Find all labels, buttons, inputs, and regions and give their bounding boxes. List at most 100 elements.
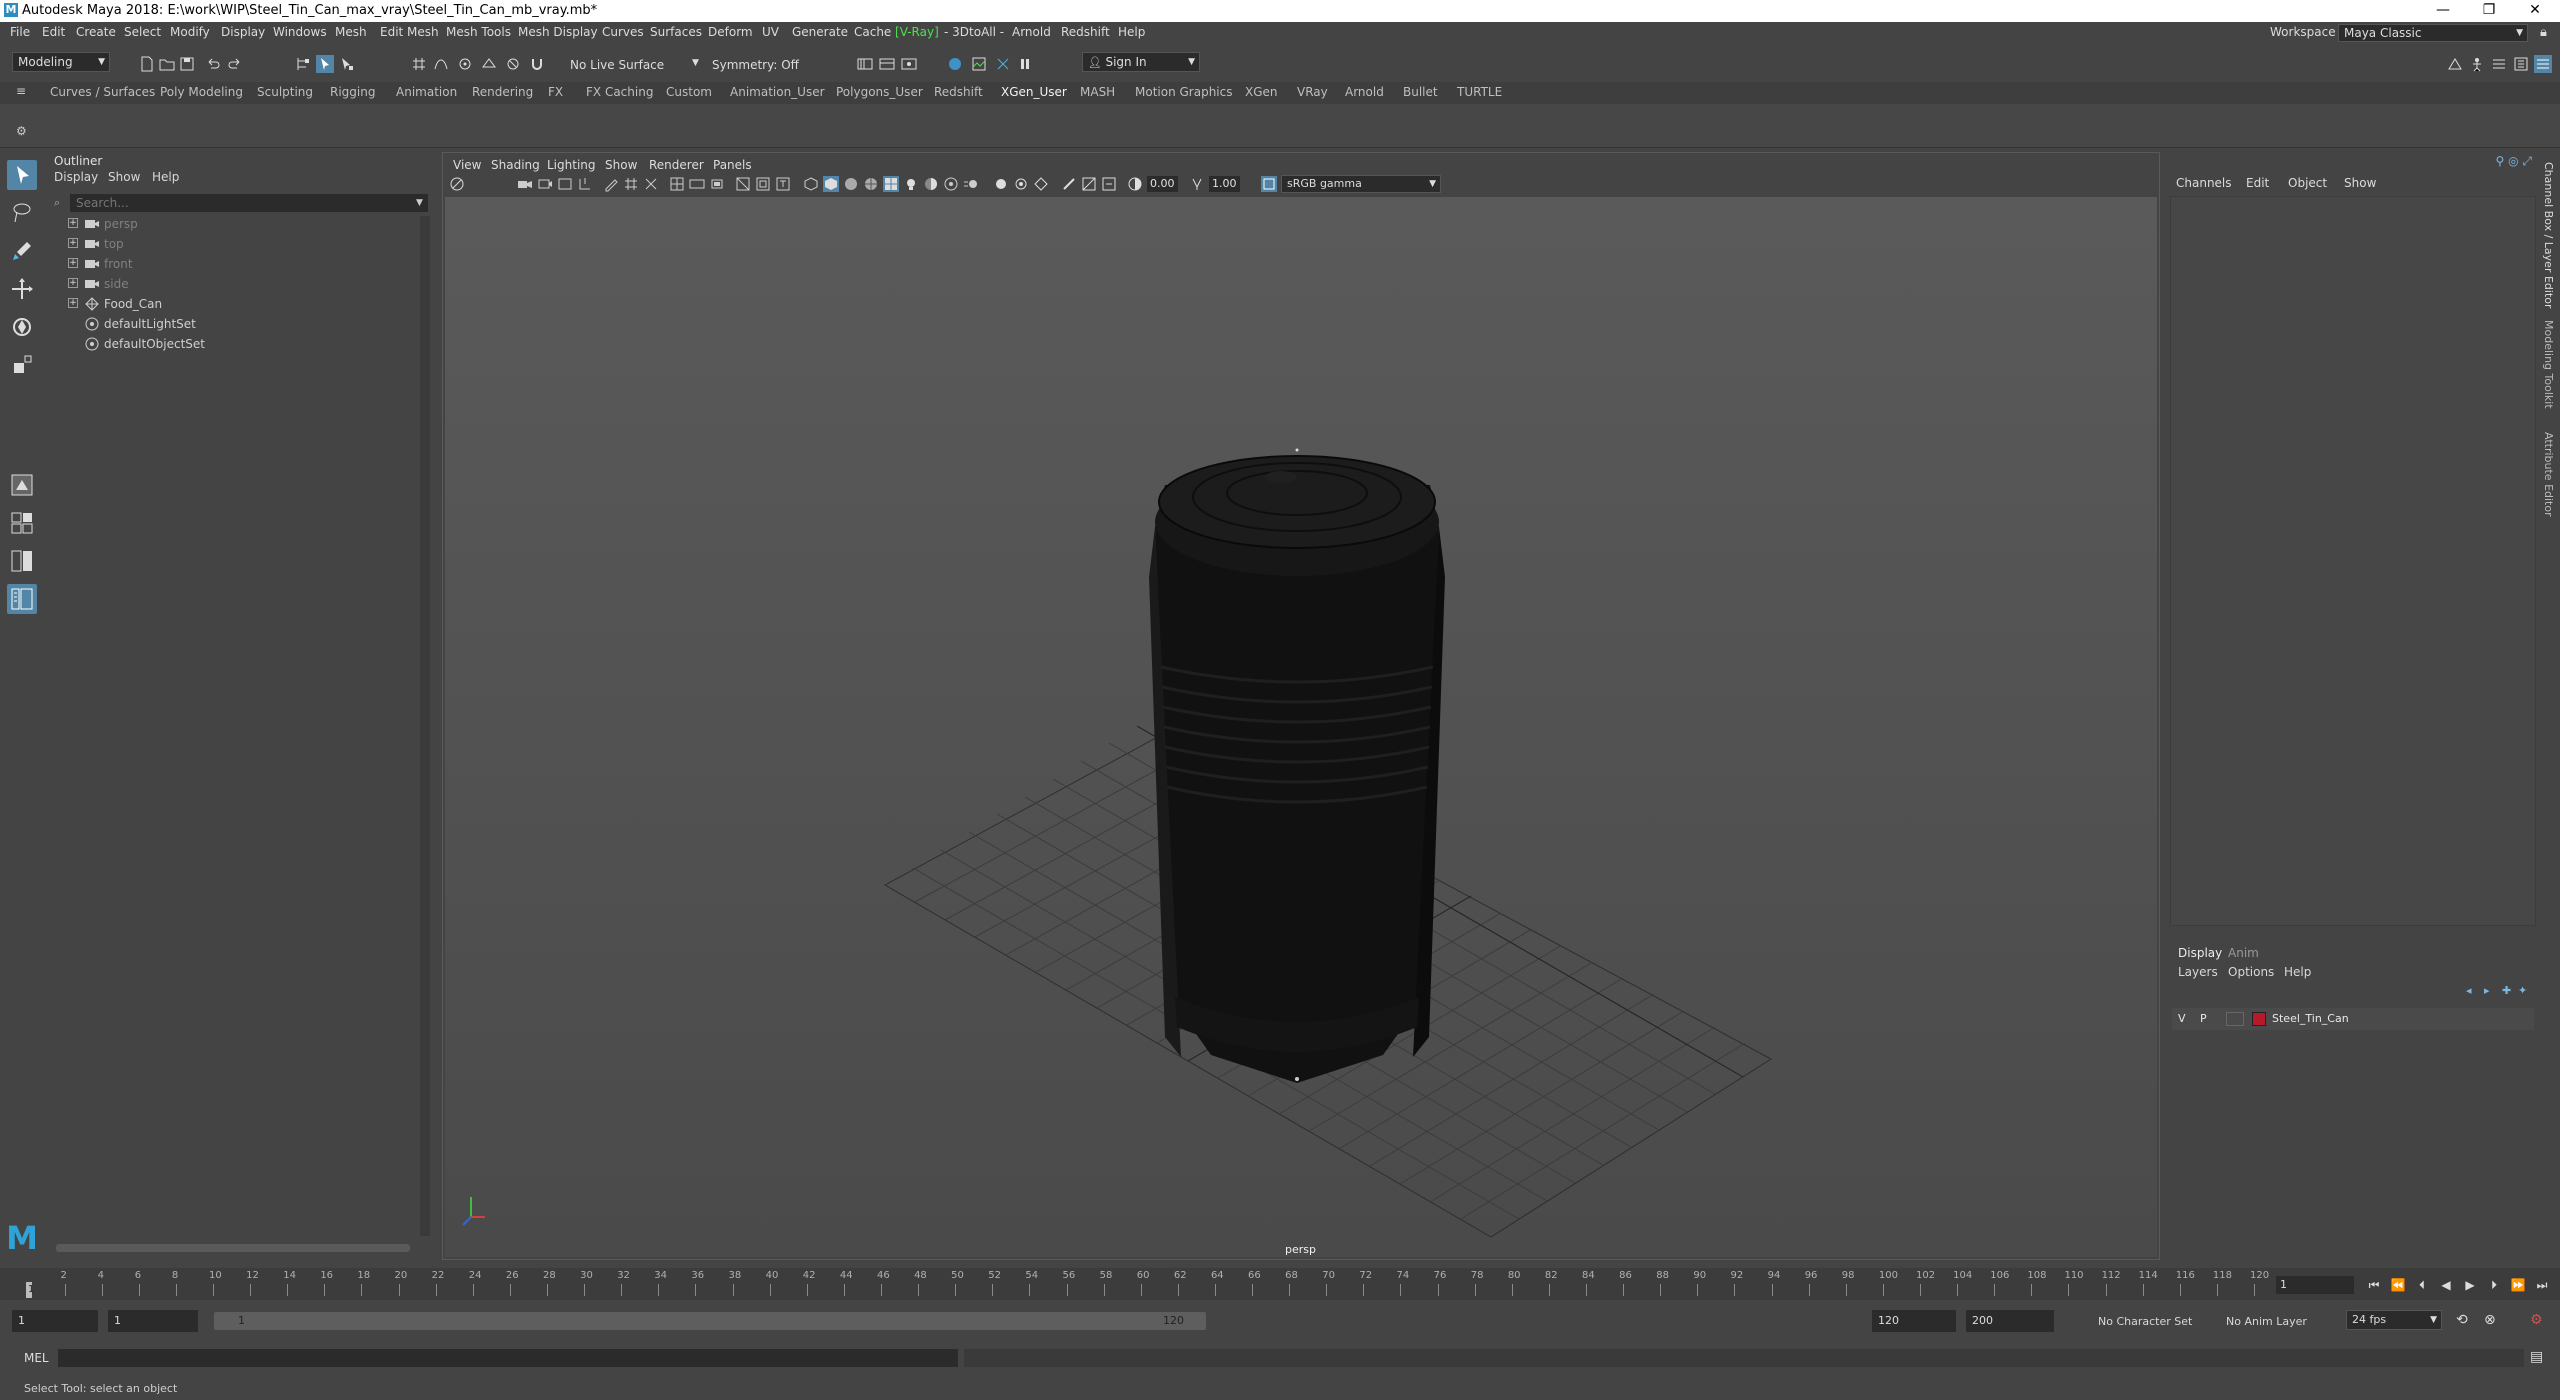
menu-help[interactable]: Help bbox=[1118, 25, 1145, 39]
outliner-item-persp[interactable]: + persp bbox=[48, 214, 408, 234]
menu-redshift[interactable]: Redshift bbox=[1061, 25, 1110, 39]
resolution-gate-icon[interactable] bbox=[689, 176, 705, 192]
magnet-icon[interactable] bbox=[528, 55, 546, 73]
sign-in-button[interactable]: 👤︎ Sign In ▼ bbox=[1082, 52, 1200, 72]
open-scene-icon[interactable] bbox=[158, 55, 176, 73]
menu-arnold[interactable]: Arnold bbox=[1012, 25, 1051, 39]
shelf-tab-turtle[interactable]: TURTLE bbox=[1457, 85, 1502, 99]
menu-cache[interactable]: Cache bbox=[854, 25, 891, 39]
menu-mesh-tools[interactable]: Mesh Tools bbox=[446, 25, 511, 39]
layer-move-down-icon[interactable]: ▸ bbox=[2484, 984, 2490, 997]
layer-display-type-toggle[interactable] bbox=[2226, 1012, 2244, 1026]
expand-icon[interactable]: + bbox=[68, 218, 78, 228]
depth-of-field-icon[interactable] bbox=[1081, 176, 1097, 192]
shelf-tab-custom[interactable]: Custom bbox=[666, 85, 712, 99]
layer-menu-options[interactable]: Options bbox=[2228, 965, 2274, 979]
viewport-menu-lighting[interactable]: Lighting bbox=[547, 158, 596, 172]
channel-box-menu-show[interactable]: Show bbox=[2344, 176, 2376, 190]
shelf-tab-fx-caching[interactable]: FX Caching bbox=[586, 85, 653, 99]
shelf-tab-rigging[interactable]: Rigging bbox=[330, 85, 375, 99]
redo-icon[interactable] bbox=[226, 55, 244, 73]
tool-settings-icon[interactable] bbox=[2512, 55, 2530, 73]
workspace-dropdown[interactable]: Maya Classic ▼ bbox=[2338, 24, 2528, 42]
field-chart-icon[interactable] bbox=[735, 176, 751, 192]
shelf-tab-animation-user[interactable]: Animation_User bbox=[730, 85, 825, 99]
vray-render-icon[interactable] bbox=[946, 55, 964, 73]
menu-create[interactable]: Create bbox=[76, 25, 116, 39]
expand-icon[interactable]: + bbox=[68, 278, 78, 288]
undo-icon[interactable] bbox=[204, 55, 222, 73]
menu-surfaces[interactable]: Surfaces bbox=[650, 25, 702, 39]
outliner-item-default-object-set[interactable]: defaultObjectSet bbox=[48, 334, 408, 354]
shelf-tab-fx[interactable]: FX bbox=[548, 85, 563, 99]
snap-curve-icon[interactable] bbox=[432, 55, 450, 73]
anti-aliasing-icon[interactable] bbox=[1061, 176, 1077, 192]
chevron-down-icon[interactable]: ▼ bbox=[416, 198, 423, 208]
anim-preferences-icon[interactable]: ⚙︎ bbox=[2530, 1312, 2543, 1328]
channel-box-menu-channels[interactable]: Channels bbox=[2176, 176, 2232, 190]
snap-grid-icon[interactable] bbox=[410, 55, 428, 73]
move-tool-icon[interactable] bbox=[7, 274, 37, 304]
menu-mesh-display[interactable]: Mesh Display bbox=[518, 25, 598, 39]
minimize-button[interactable]: — bbox=[2420, 0, 2466, 22]
exposure-field[interactable]: 0.00 bbox=[1147, 176, 1178, 192]
step-back-frame-icon[interactable]: ⏴ bbox=[2414, 1277, 2430, 1293]
grease-pencil-icon[interactable] bbox=[603, 176, 619, 192]
vray-framebuffer-icon[interactable] bbox=[970, 55, 988, 73]
render-region-icon[interactable] bbox=[856, 55, 874, 73]
paint-select-tool-icon[interactable] bbox=[7, 236, 37, 266]
playback-start-field[interactable]: 1 bbox=[108, 1310, 198, 1332]
side-tab-attribute-editor[interactable]: Attribute Editor bbox=[2542, 432, 2555, 517]
3d-viewport[interactable]: persp bbox=[445, 197, 2157, 1257]
menu-modify[interactable]: Modify bbox=[170, 25, 210, 39]
two-view-layout-icon[interactable] bbox=[7, 546, 37, 576]
viewport-menu-show[interactable]: Show bbox=[605, 158, 637, 172]
outliner-search-input[interactable] bbox=[70, 194, 428, 212]
layer-menu-help[interactable]: Help bbox=[2284, 965, 2311, 979]
anim-layer-dropdown[interactable]: No Anim Layer bbox=[2226, 1315, 2307, 1328]
outliner-item-side[interactable]: + side bbox=[48, 274, 408, 294]
menu-deform[interactable]: Deform bbox=[708, 25, 753, 39]
rotate-tool-icon[interactable] bbox=[7, 312, 37, 342]
layer-tab-anim[interactable]: Anim bbox=[2228, 946, 2259, 960]
live-surface-label[interactable]: No Live Surface bbox=[570, 58, 664, 72]
expand-icon[interactable]: + bbox=[68, 298, 78, 308]
channel-box-icons[interactable]: ⚲ ◎ ⤢ bbox=[2496, 154, 2533, 169]
symmetry-label[interactable]: Symmetry: Off bbox=[712, 58, 799, 72]
isolate-select-icon[interactable] bbox=[993, 176, 1009, 192]
outliner-horizontal-scrollbar[interactable] bbox=[56, 1244, 410, 1252]
default-material-icon[interactable] bbox=[843, 176, 859, 192]
step-forward-key-icon[interactable]: ⏩ bbox=[2510, 1277, 2526, 1293]
2d-pan-zoom-icon[interactable] bbox=[577, 176, 593, 192]
scene-end-field[interactable]: 200 bbox=[1966, 1310, 2054, 1332]
go-to-end-icon[interactable]: ⏭ bbox=[2534, 1277, 2550, 1293]
time-slider[interactable]: 2 4 6 8 10 12 14 16 18 20 22 24 26 28 30 32 34 36 38 40 42 44… bbox=[0, 1268, 2560, 1300]
command-language-label[interactable]: MEL bbox=[24, 1351, 49, 1365]
shadows-icon[interactable] bbox=[923, 176, 939, 192]
outliner-menu-show[interactable]: Show bbox=[108, 170, 140, 184]
wireframe-shading-icon[interactable] bbox=[803, 176, 819, 192]
menu-uv[interactable]: UV bbox=[762, 25, 779, 39]
shelf-tab-xgen-user[interactable]: XGen_User bbox=[1001, 85, 1067, 99]
scale-tool-icon[interactable] bbox=[7, 350, 37, 380]
outliner-item-food-can[interactable]: + Food_Can bbox=[48, 294, 408, 314]
outliner-vertical-scrollbar[interactable] bbox=[420, 216, 430, 1236]
shelf-tab-polygons-user[interactable]: Polygons_User bbox=[836, 85, 923, 99]
motion-blur-icon[interactable] bbox=[963, 176, 979, 192]
snap-point-icon[interactable] bbox=[456, 55, 474, 73]
character-controls-icon[interactable] bbox=[2468, 55, 2486, 73]
lasso-tool-icon[interactable] bbox=[7, 198, 37, 228]
chevron-down-icon[interactable]: ▼ bbox=[692, 58, 699, 68]
shelf-tab-vray[interactable]: VRay bbox=[1297, 85, 1328, 99]
hud-icon[interactable] bbox=[1101, 176, 1117, 192]
expand-icon[interactable]: + bbox=[68, 238, 78, 248]
select-tool-icon[interactable] bbox=[7, 160, 37, 190]
layer-menu-layers[interactable]: Layers bbox=[2178, 965, 2218, 979]
safe-title-icon[interactable] bbox=[775, 176, 791, 192]
textured-icon[interactable] bbox=[883, 176, 899, 192]
menu-edit-mesh[interactable]: Edit Mesh bbox=[380, 25, 439, 39]
script-editor-icon[interactable]: ▤ bbox=[2530, 1349, 2543, 1365]
render-current-frame-icon[interactable] bbox=[878, 55, 896, 73]
camera-select-icon[interactable] bbox=[449, 176, 465, 192]
select-component-icon[interactable] bbox=[338, 55, 356, 73]
